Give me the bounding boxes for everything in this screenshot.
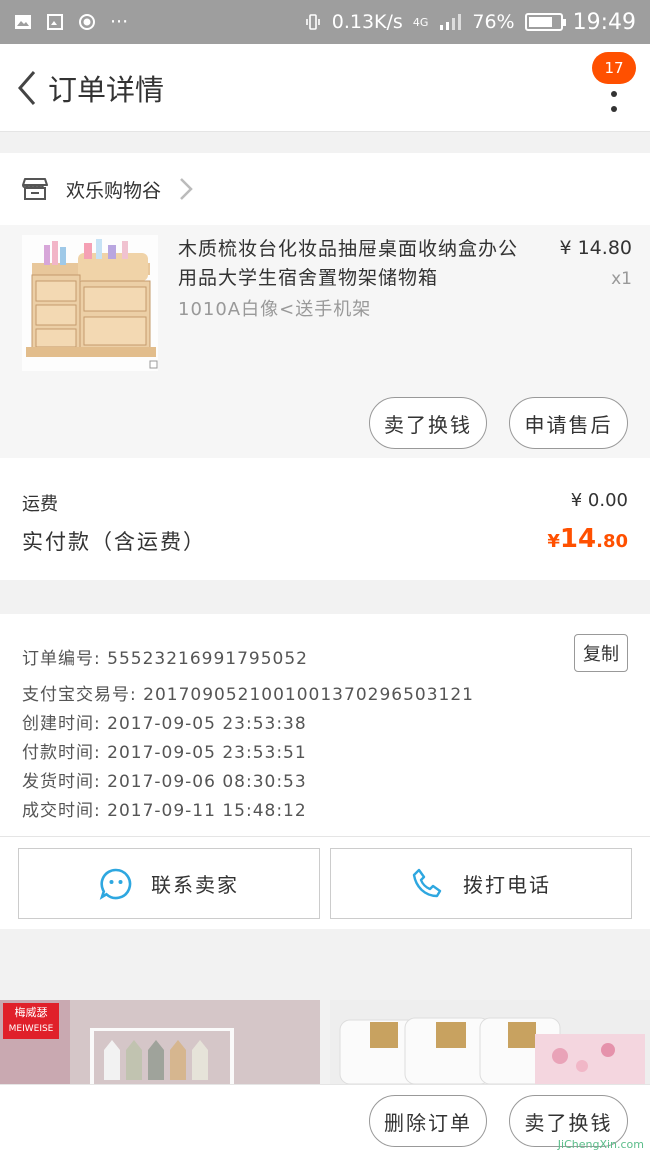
store-icon xyxy=(22,178,48,200)
contact-seller-button[interactable]: 联系卖家 xyxy=(18,848,320,919)
total-label: 实付款（含运费） xyxy=(22,530,206,554)
total-amount: ¥14.80 xyxy=(547,524,628,554)
screenshot-icon xyxy=(47,14,63,30)
nav-bar: 订单详情 17 xyxy=(0,44,650,132)
call-phone-button[interactable]: 拨打电话 xyxy=(330,848,632,919)
phone-icon xyxy=(412,868,442,897)
vibrate-icon xyxy=(305,14,320,30)
recommendation-strip: 梅威瑟 MEIWEISE xyxy=(0,1000,650,1084)
contact-seller-label: 联系卖家 xyxy=(151,873,239,897)
brand-logo: 梅威瑟 MEIWEISE xyxy=(3,1003,59,1039)
created-time: 创建时间: 2017-09-05 23:53:38 xyxy=(22,714,307,734)
alipay-number: 支付宝交易号: 2017090521001001370296503121 xyxy=(22,685,474,705)
product-thumbnail[interactable] xyxy=(22,235,158,371)
chat-icon xyxy=(99,868,132,900)
network-type: 4G xyxy=(412,15,429,29)
page-title: 订单详情 xyxy=(48,72,165,107)
fee-summary: 运费 ¥ 0.00 实付款（含运费） ¥14.80 xyxy=(0,458,650,580)
watermark: JiChengXin.com xyxy=(557,1138,644,1151)
battery-icon xyxy=(524,13,566,31)
shop-name: 欢乐购物谷 xyxy=(66,179,162,202)
product-image xyxy=(22,235,158,371)
chevron-right-icon xyxy=(180,178,193,200)
after-sale-button[interactable]: 申请售后 xyxy=(509,397,628,449)
product-price: ¥ 14.80 xyxy=(559,237,632,259)
paid-time: 付款时间: 2017-09-05 23:53:51 xyxy=(22,743,307,763)
signal-icon xyxy=(440,14,462,30)
delete-order-button[interactable]: 删除订单 xyxy=(369,1095,487,1147)
product-image xyxy=(330,1000,650,1084)
product-title[interactable]: 木质梳妆台化妆品抽屉桌面收纳盒办公用品大学生宿舍置物架储物箱 xyxy=(178,235,518,293)
order-item: 木质梳妆台化妆品抽屉桌面收纳盒办公用品大学生宿舍置物架储物箱 1010A白像<送… xyxy=(0,225,650,458)
gallery-icon xyxy=(15,15,31,29)
network-speed: 0.13K/s xyxy=(331,11,403,33)
message-count-badge: 17 xyxy=(592,52,636,84)
bottom-action-bar: 删除订单 卖了换钱 JiChengXin.com xyxy=(0,1084,650,1155)
completed-time: 成交时间: 2017-09-11 15:48:12 xyxy=(22,801,307,821)
recommended-product[interactable]: 梅威瑟 MEIWEISE xyxy=(0,1000,320,1084)
shipping-value: ¥ 0.00 xyxy=(570,490,628,511)
shipping-label: 运费 xyxy=(22,494,58,515)
more-notifications-icon: ··· xyxy=(110,11,129,33)
chevron-left-icon xyxy=(18,70,36,105)
clock: 19:49 xyxy=(572,9,636,35)
order-number: 订单编号: 55523216991795052 xyxy=(22,649,309,669)
back-button[interactable] xyxy=(4,44,50,132)
record-icon xyxy=(79,14,95,30)
shipped-time: 发货时间: 2017-09-06 08:30:53 xyxy=(22,772,307,792)
status-bar: ··· 0.13K/s 4G 76% 19:49 xyxy=(0,0,650,44)
sell-exchange-button[interactable]: 卖了换钱 xyxy=(369,397,487,449)
order-info: 订单编号: 55523216991795052 复制 支付宝交易号: 20170… xyxy=(0,614,650,836)
recommended-product[interactable] xyxy=(330,1000,650,1084)
battery-percent: 76% xyxy=(472,11,515,33)
product-sku: 1010A白像<送手机架 xyxy=(178,299,372,320)
product-quantity: x1 xyxy=(611,269,632,289)
call-phone-label: 拨打电话 xyxy=(463,873,551,897)
shop-row[interactable]: 欢乐购物谷 xyxy=(0,153,650,225)
copy-button[interactable]: 复制 xyxy=(574,634,628,672)
contact-section: 联系卖家 拨打电话 xyxy=(0,836,650,929)
